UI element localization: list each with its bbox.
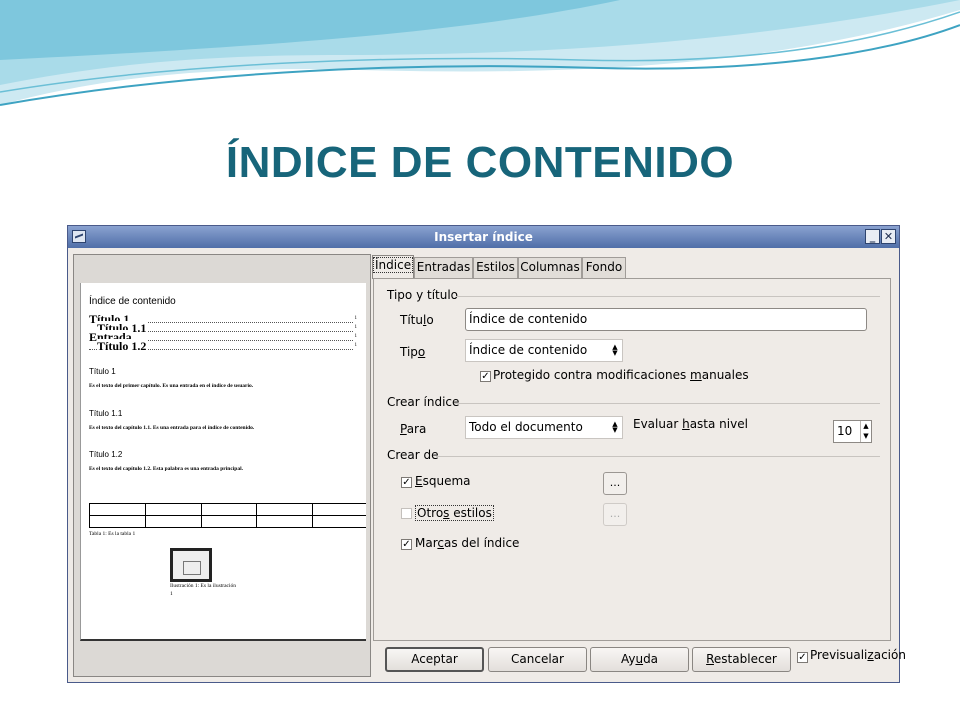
- reset-button[interactable]: Restablecer: [692, 647, 791, 672]
- slide-title: ÍNDICE DE CONTENIDO: [225, 138, 735, 187]
- preview-heading: Título 1.1: [89, 409, 123, 418]
- preview-toc-entry: Título 1.2 1: [89, 339, 357, 353]
- preview-checkbox[interactable]: ✓: [797, 652, 808, 663]
- outline-checkbox[interactable]: ✓: [401, 477, 412, 488]
- other-styles-label: Otros estilos: [415, 505, 494, 521]
- preview-illustration-caption-2: 1: [170, 591, 173, 597]
- type-label: Tipo: [400, 345, 426, 359]
- group-separator: [436, 456, 880, 457]
- title-input[interactable]: Índice de contenido: [465, 308, 867, 331]
- group-separator: [454, 403, 880, 404]
- group-label-create-index: Crear índice: [387, 395, 460, 409]
- index-marks-label: Marcas del índice: [415, 536, 520, 550]
- help-button[interactable]: Ayuda: [590, 647, 689, 672]
- select-arrows-icon: ▲ ▼: [612, 420, 618, 434]
- preview-pane: Índice de contenido Título 1 1 Título 1.1…: [73, 254, 371, 677]
- protected-label: Protegido contra modificaciones manuales: [493, 368, 749, 382]
- index-marks-checkbox[interactable]: ✓: [401, 539, 412, 550]
- preview-label: Previsualización: [810, 648, 906, 662]
- minimize-icon[interactable]: _: [865, 229, 880, 244]
- preview-paragraph: Es el texto del capítulo 1.2. Esta palab…: [89, 466, 244, 472]
- preview-illustration: [170, 548, 212, 582]
- scope-select[interactable]: Todo el documento ▲ ▼: [465, 416, 623, 439]
- preview-heading: Título 1.2: [89, 450, 123, 459]
- insert-index-dialog: Insertar índice _ ✕ Índice de contenido …: [67, 225, 906, 683]
- preview-page: Índice de contenido Título 1 1 Título 1.1…: [80, 283, 366, 641]
- dialog-title: Insertar índice: [434, 230, 533, 244]
- other-styles-button[interactable]: ...: [603, 503, 627, 526]
- other-styles-checkbox[interactable]: [401, 508, 412, 519]
- select-arrows-icon: ▲ ▼: [612, 343, 618, 357]
- outline-label: Esquema: [415, 474, 471, 488]
- outline-options-button[interactable]: ...: [603, 472, 627, 495]
- group-label-create-from: Crear de: [387, 448, 439, 462]
- dialog-titlebar[interactable]: Insertar índice _ ✕: [68, 226, 899, 248]
- preview-table-caption: Tabla 1: Es la tabla 1: [89, 531, 136, 537]
- preview-illustration-caption: Ilustración 1: Es la ilustración: [170, 583, 236, 589]
- tab-indice[interactable]: Índice: [372, 255, 414, 279]
- slide-wave-decoration: [0, 0, 960, 106]
- group-separator: [456, 296, 880, 297]
- preview-toc-title: Índice de contenido: [89, 296, 176, 307]
- close-icon[interactable]: ✕: [881, 229, 896, 244]
- tab-estilos[interactable]: Estilos: [473, 257, 518, 278]
- tab-columnas[interactable]: Columnas: [518, 257, 582, 278]
- tab-entradas[interactable]: Entradas: [414, 257, 473, 278]
- tab-fondo[interactable]: Fondo: [582, 257, 626, 278]
- level-label: Evaluar hasta nivel: [633, 417, 748, 431]
- preview-paragraph: Es el texto del capítulo 1.1. Es una ent…: [89, 425, 255, 431]
- title-label: Título: [400, 313, 434, 327]
- type-select[interactable]: Índice de contenido ▲ ▼: [465, 339, 623, 362]
- cancel-button[interactable]: Cancelar: [488, 647, 587, 672]
- protected-checkbox[interactable]: ✓: [480, 371, 491, 382]
- index-tab-panel: Tipo y título Título Índice de contenido…: [373, 278, 891, 641]
- preview-heading: Título 1: [89, 367, 116, 376]
- preview-paragraph: Es el texto del primer capítulo. Es una …: [89, 383, 254, 389]
- spinner-arrows-icon[interactable]: ▲ ▼: [860, 421, 871, 442]
- group-label-type-title: Tipo y título: [387, 288, 459, 302]
- picture-icon: [183, 561, 201, 575]
- for-label: Para: [400, 422, 427, 436]
- preview-table: [89, 503, 366, 528]
- level-spinner[interactable]: 10 ▲ ▼: [833, 420, 872, 443]
- accept-button[interactable]: Aceptar: [385, 647, 484, 672]
